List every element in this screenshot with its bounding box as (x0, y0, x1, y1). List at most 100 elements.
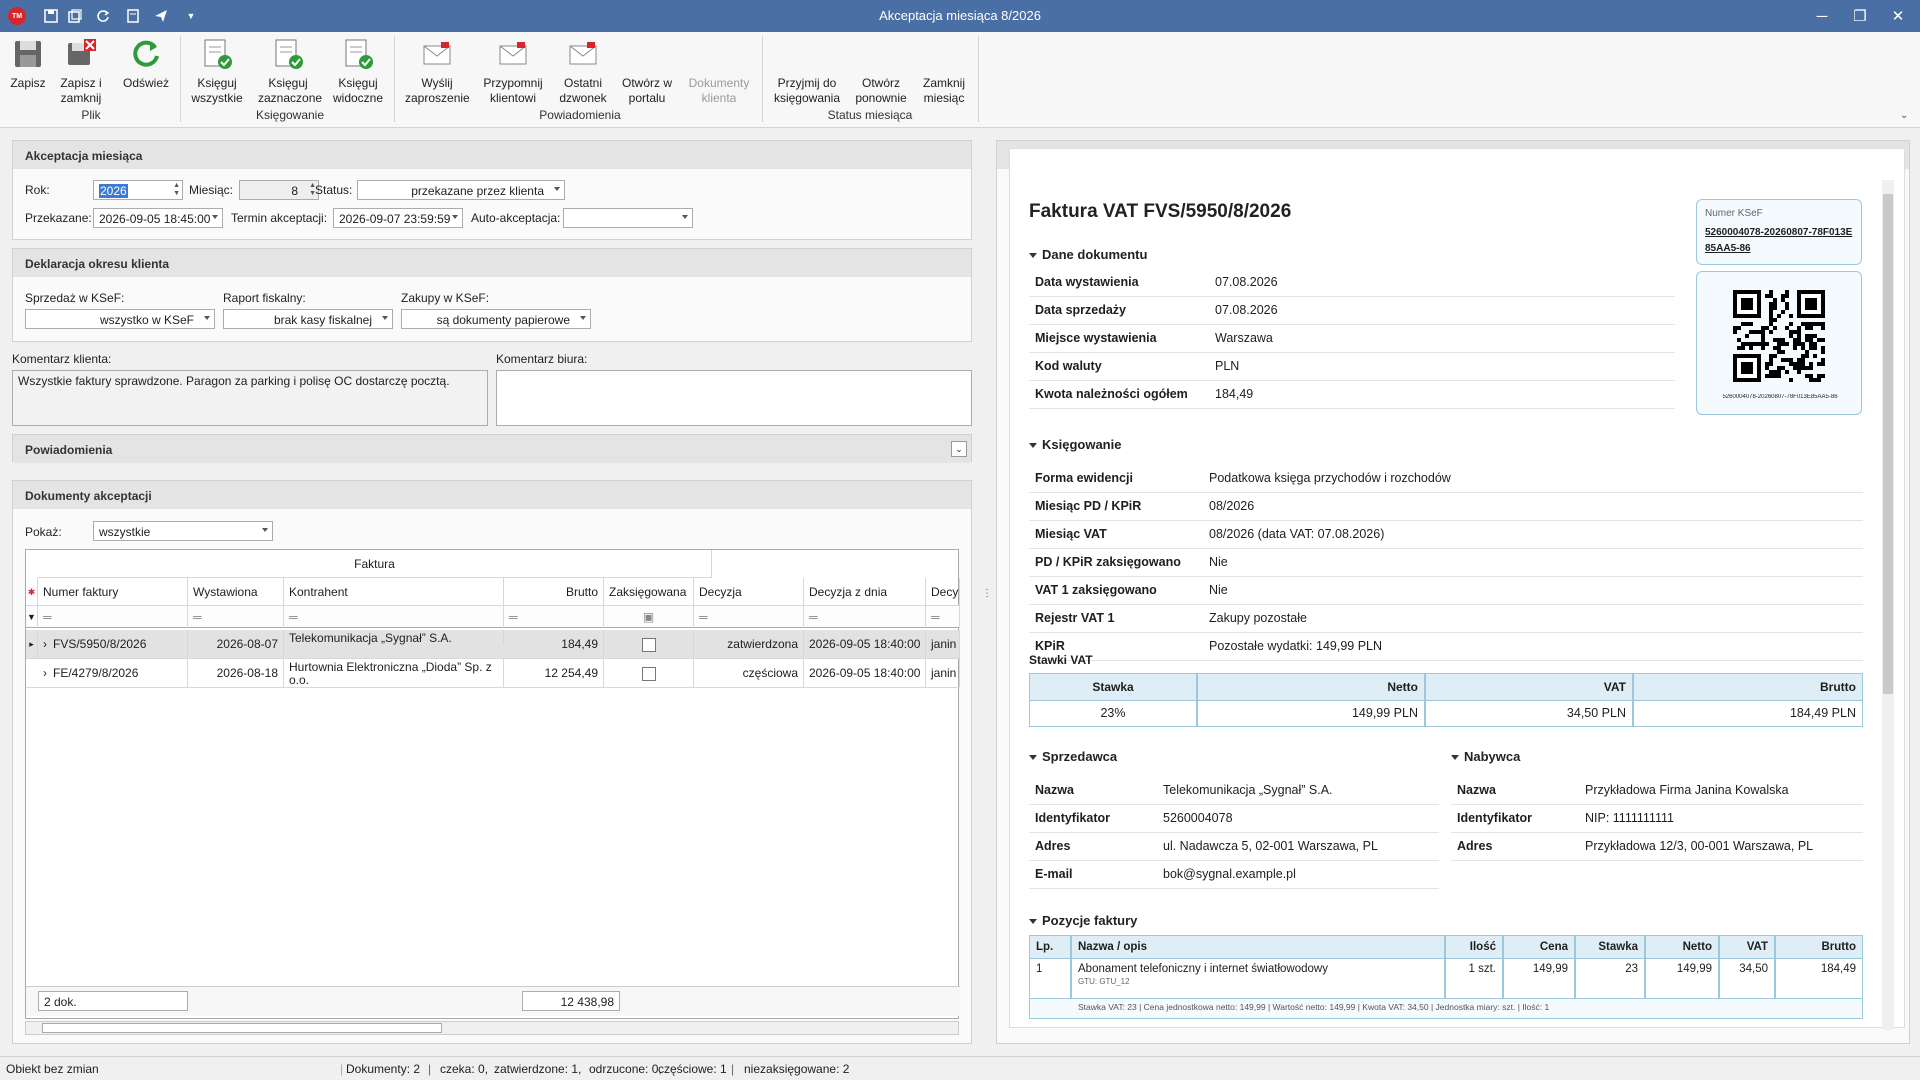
column-header[interactable]: Zaksięgowana (604, 578, 694, 606)
filter-cell[interactable]: ═ (284, 606, 504, 628)
expand-row-icon[interactable]: › (43, 637, 47, 651)
booking-section-title[interactable]: Księgowanie (1029, 437, 1121, 452)
kv-row: KPiR Pozostałe wydatki: 149,99 PLN (1029, 633, 1863, 661)
expand-chevron-icon[interactable]: ⌄ (951, 441, 967, 457)
sales-ksef-select[interactable]: wszystko w KSeF (25, 309, 215, 329)
kv-value: 08/2026 (data VAT: 07.08.2026) (1209, 527, 1385, 541)
ksef-number[interactable]: 5260004078-20260807-78F013E85AA5-86 (1705, 225, 1853, 257)
documents-header: Dokumenty akceptacji (13, 481, 971, 509)
filter-cell[interactable]: ▣ (604, 606, 694, 628)
notifications-panel[interactable]: Powiadomienia ⌄ (12, 434, 972, 463)
decision-date-cell: 2026-09-05 18:40:00 (804, 659, 926, 687)
ledger-check-icon (204, 39, 232, 69)
show-filter-select[interactable]: wszystkie (93, 521, 273, 541)
column-header[interactable]: Wystawiona (188, 578, 284, 606)
kv-row: Adres ul. Nadawcza 5, 02-001 Warszawa, PL (1029, 833, 1439, 861)
kv-row: Kod waluty PLN (1029, 353, 1675, 381)
window-title: Akceptacja miesiąca 8/2026 (879, 8, 1041, 23)
accept-booking-button[interactable]: Przyjmij do księgowania (770, 76, 844, 106)
column-header[interactable]: Brutto (504, 578, 604, 606)
remind-client-button[interactable]: Przypomnij klientowi (480, 38, 546, 106)
spinner-icon[interactable]: ▲ ▼ (173, 182, 180, 198)
items-cell-value: 184,49 (1820, 963, 1856, 975)
post-selected-button[interactable]: Księguj zaznaczone (258, 38, 323, 106)
documents-grid: Faktura ✱ Numer faktury Wystawiona Kontrahe… (25, 549, 960, 1019)
splitter-handle-icon[interactable]: ⋮ (982, 588, 992, 599)
column-header[interactable]: Decyzja z dnia (804, 578, 926, 606)
row-pointer-icon: ▸ (26, 630, 38, 658)
open-portal-button[interactable]: Otwórz w portalu (618, 76, 676, 106)
status-select[interactable]: przekazane przez klienta (357, 180, 565, 200)
items-section-title[interactable]: Pozycje faktury (1029, 913, 1137, 928)
post-all-button[interactable]: Księguj wszystkie (188, 38, 246, 106)
reopen-button[interactable]: Otwórz ponownie (852, 76, 910, 106)
floppy-icon (15, 41, 41, 67)
preview-vertical-scrollbar[interactable] (1882, 180, 1894, 1030)
month-input[interactable]: 8 ▲ ▼ (239, 180, 319, 200)
column-header[interactable]: Decyzja (694, 578, 804, 606)
ribbon-collapse-chevron-icon[interactable]: ⌄ (1900, 110, 1908, 121)
doc-section-title[interactable]: Dane dokumentu (1029, 247, 1147, 262)
kv-value: 07.08.2026 (1215, 275, 1278, 289)
filter-cell[interactable]: ═ (694, 606, 804, 628)
fiscal-report-select[interactable]: brak kasy fiskalnej (223, 309, 393, 329)
office-comment-textarea[interactable] (496, 370, 972, 426)
table-row[interactable]: ▸ › FVS/5950/8/2026 2026-08-07 Telekomunikac… (26, 630, 960, 659)
send-invite-button[interactable]: Wyślij zaproszenie (402, 38, 472, 106)
column-header[interactable]: Kontrahent (284, 578, 504, 606)
chevron-down-icon (452, 215, 458, 219)
group-month-status-label: Status miesiąca (827, 108, 913, 122)
invoice-number-cell[interactable]: › FE/4279/8/2026 (38, 659, 188, 687)
refresh-button[interactable]: Odśwież (120, 38, 172, 91)
seller-section-title[interactable]: Sprzedawca (1029, 749, 1117, 764)
booked-checkbox[interactable] (641, 637, 656, 652)
kv-value: 184,49 (1215, 387, 1254, 401)
scrollbar-thumb[interactable] (1883, 194, 1893, 694)
contractor-cell: Telekomunikacja „Sygnał” S.A. (284, 630, 504, 645)
status-rejected: odrzucone: 0, (589, 1062, 662, 1076)
year-input[interactable]: 2026 ▲ ▼ (93, 180, 183, 200)
close-month-button[interactable]: Zamknij miesiąc (918, 76, 970, 106)
vat-rates-title: Stawki VAT (1029, 653, 1093, 667)
vat-col-header: VAT (1425, 673, 1633, 701)
filter-cell[interactable]: ═ (38, 606, 188, 628)
reopen-label: Otwórz ponownie (855, 76, 907, 105)
fiscal-report-label: Raport fiskalny: (223, 291, 306, 305)
collapse-triangle-icon (1029, 443, 1037, 449)
kv-row: Miejsce wystawienia Warszawa (1029, 325, 1675, 353)
post-selected-label: Księguj zaznaczone (258, 76, 323, 105)
purchases-ksef-select[interactable]: są dokumenty papierowe (401, 309, 591, 329)
post-visible-label: Księguj widoczne (332, 76, 384, 105)
expand-row-icon[interactable]: › (43, 666, 47, 680)
client-documents-button[interactable]: Dokumenty klienta (684, 76, 754, 106)
auto-accept-select[interactable] (563, 208, 693, 228)
invoice-number: FVS/5950/8/2026 (53, 637, 147, 651)
filter-cell[interactable]: ═ (926, 606, 960, 628)
invoice-number-cell[interactable]: › FVS/5950/8/2026 (38, 630, 188, 658)
save-close-button[interactable]: Zapisz i zamknij (56, 38, 106, 106)
horizontal-scrollbar[interactable] (25, 1021, 959, 1035)
kv-key: PD / KPiR zaksięgowano (1035, 555, 1181, 569)
purchases-ksef-label: Zakupy w KSeF: (401, 291, 490, 305)
buyer-section-title[interactable]: Nabywca (1451, 749, 1520, 764)
minimize-button[interactable]: ─ (1802, 0, 1842, 32)
filter-cell[interactable]: ═ (188, 606, 284, 628)
close-window-button[interactable]: ✕ (1878, 0, 1918, 32)
items-cell: 1 (1029, 959, 1071, 999)
kv-value: bok@sygnal.example.pl (1163, 867, 1296, 881)
save-button[interactable]: Zapisz (8, 38, 48, 91)
column-header[interactable]: Decy (926, 578, 960, 606)
filter-icon[interactable]: ▼ (26, 606, 38, 628)
booked-checkbox[interactable] (641, 666, 656, 681)
filter-cell[interactable]: ═ (504, 606, 604, 628)
filter-cell[interactable]: ═ (804, 606, 926, 628)
post-visible-button[interactable]: Księguj widoczne (330, 38, 386, 106)
deadline-input[interactable]: 2026-09-07 23:59:59 (333, 208, 463, 228)
scrollbar-thumb[interactable] (42, 1023, 442, 1033)
submitted-input[interactable]: 2026-09-05 18:45:00 (93, 208, 223, 228)
client-comment-textarea[interactable]: Wszystkie faktury sprawdzone. Paragon za… (12, 370, 488, 426)
last-call-button[interactable]: Ostatni dzwonek (556, 38, 610, 106)
table-row[interactable]: › FE/4279/8/2026 2026-08-18 Hurtownia Elekt… (26, 659, 960, 688)
column-header[interactable]: Numer faktury (38, 578, 188, 606)
restore-button[interactable]: ❐ (1840, 0, 1880, 32)
